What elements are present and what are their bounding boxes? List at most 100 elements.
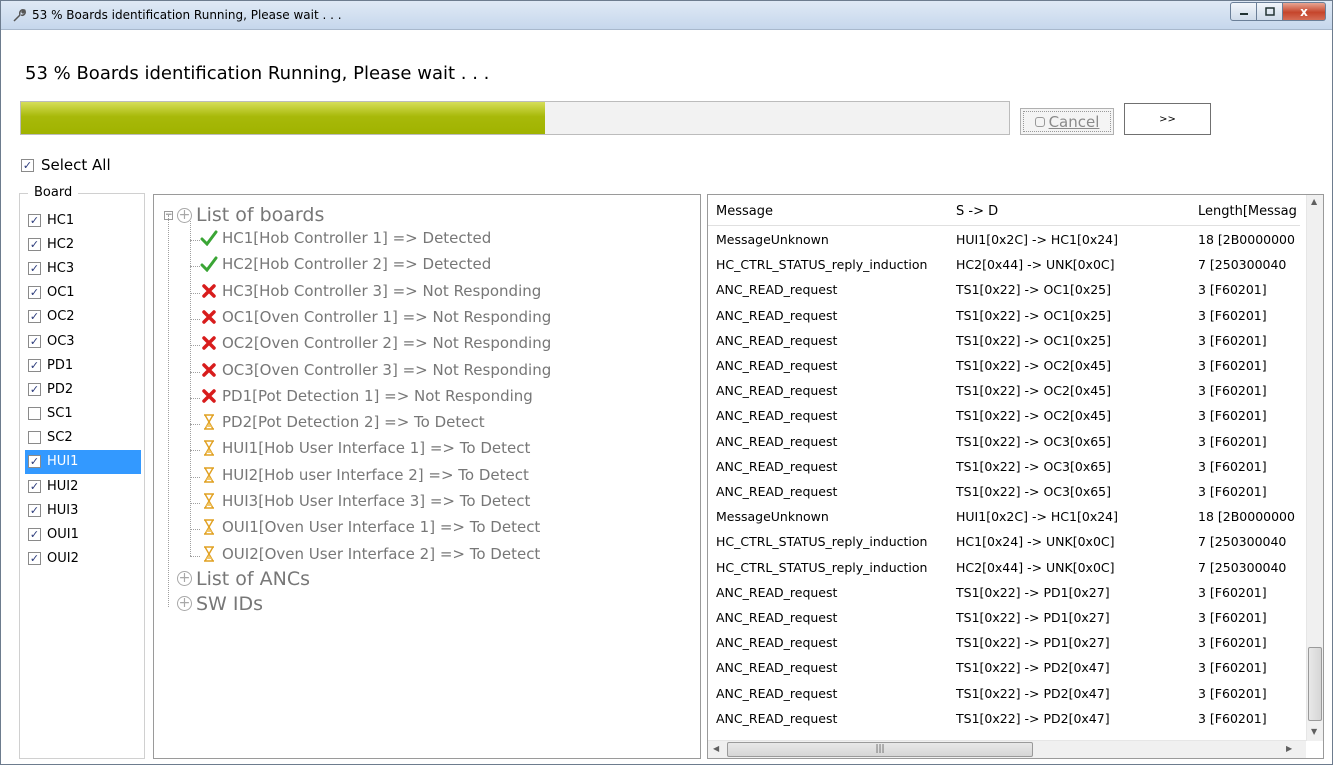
board-checkbox[interactable]: ✓	[28, 213, 41, 227]
tree-item[interactable]: OUI1[Oven User Interface 1] => To Detect	[200, 518, 540, 536]
board-item-sc2[interactable]: SC2	[25, 426, 141, 450]
hourglass-icon	[200, 545, 218, 563]
tree-node-list-of-boards[interactable]: − + List of boards	[164, 204, 324, 226]
board-checkbox[interactable]: ✓	[28, 261, 41, 275]
board-checkbox[interactable]: ✓	[28, 310, 41, 324]
route-cell: TS1[0x22] -> OC2[0x45]	[956, 408, 1111, 424]
message-row[interactable]: ANC_READ_request TS1[0x22] -> PD2[0x47] 3 …	[708, 681, 1300, 706]
board-item-pd1[interactable]: ✓ PD1	[25, 353, 141, 377]
board-checkbox[interactable]: ✓	[28, 286, 41, 300]
message-cell: ANC_READ_request	[716, 710, 838, 726]
message-row[interactable]: ANC_READ_request TS1[0x22] -> PD2[0x47] 3 …	[708, 655, 1300, 680]
tree-item[interactable]: HC1[Hob Controller 1] => Detected	[200, 229, 491, 247]
tree-item[interactable]: PD1[Pot Detection 1] => Not Responding	[200, 387, 533, 405]
tree-item[interactable]: HC2[Hob Controller 2] => Detected	[200, 255, 491, 273]
route-cell: HUI1[0x2C] -> HC1[0x24]	[956, 509, 1118, 525]
message-row[interactable]: ANC_READ_request TS1[0x22] -> OC2[0x45] 3 …	[708, 353, 1300, 378]
column-header-message[interactable]: Message	[716, 204, 773, 219]
board-item-oc3[interactable]: ✓ OC3	[25, 329, 141, 353]
boards-tree[interactable]: − + List of boards HC1[Hob Controller 1] =>…	[153, 194, 701, 759]
horizontal-scroll-thumb[interactable]: |||	[727, 742, 1033, 757]
checkbox-box[interactable]: ✓	[21, 158, 34, 172]
board-checkbox[interactable]: ✓	[28, 382, 41, 396]
message-row[interactable]: ANC_READ_request TS1[0x22] -> OC3[0x65] 3 …	[708, 454, 1300, 479]
message-row[interactable]: ANC_READ_request TS1[0x22] -> OC2[0x45] 3 …	[708, 403, 1300, 428]
board-item-oc2[interactable]: ✓ OC2	[25, 305, 141, 329]
tree-item[interactable]: OC1[Oven Controller 1] => Not Responding	[200, 308, 551, 326]
message-row[interactable]: ANC_READ_request TS1[0x22] -> OC1[0x25] 3 …	[708, 277, 1300, 302]
board-checkbox[interactable]: ✓	[28, 528, 41, 542]
board-item-oui1[interactable]: ✓ OUI1	[25, 522, 141, 546]
tree-node-list-of-ancs[interactable]: + List of ANCs	[164, 568, 310, 590]
close-button[interactable]: x	[1283, 2, 1326, 21]
message-row[interactable]: ANC_READ_request TS1[0x22] -> OC3[0x65] 3 …	[708, 429, 1300, 454]
tree-item[interactable]: PD2[Pot Detection 2] => To Detect	[200, 413, 485, 431]
board-item-hui2[interactable]: ✓ HUI2	[25, 474, 141, 498]
board-item-hc3[interactable]: ✓ HC3	[25, 256, 141, 280]
tree-item[interactable]: OC3[Oven Controller 3] => Not Responding	[200, 361, 551, 379]
column-header-route[interactable]: S -> D	[956, 204, 998, 219]
scroll-down-icon[interactable]: ▼	[1311, 727, 1317, 736]
select-all-checkbox[interactable]: ✓ Select All	[21, 156, 111, 174]
board-item-sc1[interactable]: SC1	[25, 402, 141, 426]
board-item-hui1[interactable]: ✓ HUI1	[25, 449, 141, 475]
minimize-button[interactable]	[1230, 2, 1257, 21]
column-header-length[interactable]: Length[Messag	[1198, 204, 1297, 219]
message-row[interactable]: ANC_READ_request TS1[0x22] -> PD1[0x27] 3 …	[708, 605, 1300, 630]
board-checkbox[interactable]: ✓	[28, 455, 41, 469]
board-checkbox[interactable]: ✓	[28, 237, 41, 251]
board-item-hc2[interactable]: ✓ HC2	[25, 232, 141, 256]
tree-item[interactable]: HUI2[Hob user Interface 2] => To Detect	[200, 466, 529, 484]
message-row[interactable]: ANC_READ_request TS1[0x22] -> PD1[0x27] 3 …	[708, 580, 1300, 605]
board-checkbox[interactable]: ✓	[28, 358, 41, 372]
route-cell: HUI1[0x2C] -> HC1[0x24]	[956, 232, 1118, 247]
message-row[interactable]: ANC_READ_request TS1[0x22] -> OC1[0x25] 3 …	[708, 328, 1300, 353]
plus-circle-icon: +	[177, 595, 192, 612]
message-grid[interactable]: Message S -> D Length[Messag MessageUnkn…	[707, 194, 1324, 759]
tree-item[interactable]: HUI1[Hob User Interface 1] => To Detect	[200, 439, 530, 457]
message-cell: MessageUnknown	[716, 232, 829, 247]
tree-item[interactable]: HUI3[Hob User Interface 3] => To Detect	[200, 492, 530, 510]
board-checkbox[interactable]: ✓	[28, 334, 41, 348]
board-item-pd2[interactable]: ✓ PD2	[25, 377, 141, 401]
route-cell: HC1[0x24] -> UNK[0x0C]	[956, 534, 1115, 550]
board-checkbox[interactable]: ✓	[28, 503, 41, 517]
tree-item-label: HC1[Hob Controller 1] => Detected	[222, 229, 492, 247]
tree-item[interactable]: HC3[Hob Controller 3] => Not Responding	[200, 282, 541, 300]
message-row[interactable]: HC_CTRL_STATUS_reply_induction HC2[0x44] …	[708, 252, 1300, 277]
tree-item[interactable]: OC2[Oven Controller 2] => Not Responding	[200, 334, 551, 352]
vertical-scrollbar[interactable]: ▲ ▼	[1306, 195, 1323, 741]
tree-item-label: HUI1[Hob User Interface 1] => To Detect	[222, 439, 531, 458]
message-cell: ANC_READ_request	[716, 433, 838, 449]
horizontal-scrollbar[interactable]: ◀ ||| ▶	[708, 740, 1306, 758]
board-checkbox[interactable]: ✓	[28, 479, 41, 493]
message-row[interactable]: ANC_READ_request TS1[0x22] -> OC1[0x25] 3 …	[708, 303, 1300, 328]
scroll-up-icon[interactable]: ▲	[1311, 197, 1317, 206]
cancel-button[interactable]: Cancel	[1020, 108, 1114, 135]
message-row[interactable]: HC_CTRL_STATUS_reply_induction HC2[0x44] …	[708, 555, 1300, 580]
board-item-hc1[interactable]: ✓ HC1	[25, 208, 141, 232]
board-checkbox[interactable]: ✓	[28, 552, 41, 566]
scroll-right-icon[interactable]: ▶	[1286, 744, 1292, 753]
expand-button[interactable]: >>	[1124, 103, 1211, 135]
board-item-oui2[interactable]: ✓ OUI2	[25, 547, 141, 571]
board-checkbox[interactable]	[28, 431, 41, 445]
message-row[interactable]: ANC_READ_request TS1[0x22] -> PD1[0x27] 3 …	[708, 630, 1300, 655]
board-item-oc1[interactable]: ✓ OC1	[25, 281, 141, 305]
tree-node-sw-ids[interactable]: + SW IDs	[164, 593, 263, 615]
board-checkbox[interactable]	[28, 407, 41, 421]
title-bar[interactable]: 53 % Boards identification Running, Plea…	[1, 1, 1332, 30]
route-cell: TS1[0x22] -> OC1[0x25]	[956, 307, 1111, 323]
maximize-button[interactable]	[1257, 2, 1283, 21]
message-row[interactable]: MessageUnknown HUI1[0x2C] -> HC1[0x24] 18 …	[708, 504, 1300, 529]
message-row[interactable]: ANC_READ_request TS1[0x22] -> PD2[0x47] 3 …	[708, 706, 1300, 731]
vertical-scroll-thumb[interactable]	[1308, 647, 1322, 721]
tree-item[interactable]: OUI2[Oven User Interface 2] => To Detect	[200, 545, 540, 563]
message-row[interactable]: HC_CTRL_STATUS_reply_induction HC1[0x24] …	[708, 529, 1300, 554]
scroll-left-icon[interactable]: ◀	[713, 744, 719, 753]
message-row[interactable]: ANC_READ_request TS1[0x22] -> OC3[0x65] 3 …	[708, 479, 1300, 504]
board-label: HUI2	[47, 478, 79, 494]
message-row[interactable]: MessageUnknown HUI1[0x2C] -> HC1[0x24] 18 …	[708, 227, 1300, 252]
message-row[interactable]: ANC_READ_request TS1[0x22] -> OC2[0x45] 3 …	[708, 378, 1300, 403]
board-item-hui3[interactable]: ✓ HUI3	[25, 498, 141, 522]
